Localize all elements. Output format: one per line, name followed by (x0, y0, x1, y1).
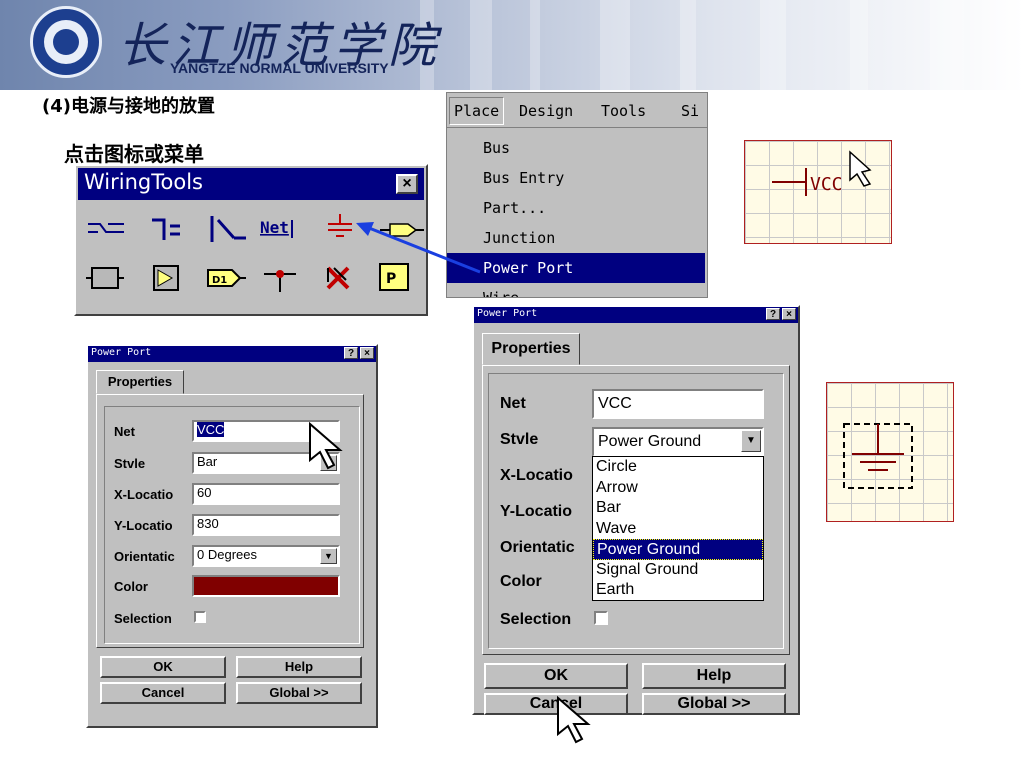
small-yloc-input[interactable]: 830 (192, 514, 340, 536)
pointer-arrow (356, 222, 481, 274)
large-style-label: Stvle (500, 431, 539, 448)
vcc-symbol: VCC (772, 150, 872, 196)
style-option-circle[interactable]: Circle (593, 457, 763, 478)
no-erc-tool-icon[interactable] (326, 266, 350, 290)
d1-label: D1 (212, 275, 227, 286)
menu-item-bus-entry[interactable]: Bus Entry (447, 163, 705, 193)
small-dialog-titlebar[interactable]: Power Port ? × (88, 346, 376, 362)
small-net-label: Net (114, 424, 135, 439)
large-dialog-help-button[interactable]: ? (766, 308, 780, 320)
small-dialog-help-button[interactable]: ? (344, 347, 358, 359)
large-selection-label: Selection (500, 611, 572, 628)
small-orient-label: Orientatic (114, 549, 175, 564)
small-tab-properties[interactable]: Properties (96, 370, 184, 394)
small-orient-select[interactable]: 0 Degrees ▼ (192, 545, 340, 567)
bus-entry-tool-icon[interactable] (210, 216, 246, 242)
large-net-input[interactable]: VCC (592, 389, 764, 419)
large-orient-label: Orientatic (500, 539, 575, 556)
large-style-select[interactable]: Power Ground ▼ (592, 427, 764, 457)
large-ok-button[interactable]: OK (484, 663, 628, 689)
net-label-text: Net (260, 218, 289, 237)
net-label-tool-icon[interactable]: Net (260, 218, 293, 238)
junction-tool-icon[interactable] (264, 270, 296, 292)
power-port-dialog-small: Power Port ? × Properties Net VCC Stvle … (86, 344, 378, 728)
large-dialog-close-button[interactable]: × (782, 308, 796, 320)
large-dialog-title: Power Port (477, 308, 538, 319)
power-port-tool-icon[interactable] (328, 214, 352, 237)
palette-close-button[interactable]: × (396, 174, 418, 194)
wire-tool-icon[interactable] (88, 223, 124, 233)
large-selection-checkbox[interactable] (594, 611, 608, 625)
menu-si[interactable]: Si (681, 98, 699, 124)
large-global-button[interactable]: Global >> (642, 693, 786, 715)
sheet-entry-tool-icon[interactable] (153, 265, 179, 291)
small-xloc-label: X-Locatio (114, 487, 174, 502)
chevron-down-icon[interactable]: ▼ (741, 430, 761, 452)
cursor-icon (309, 421, 343, 470)
logo-emblem (53, 29, 79, 55)
instruction-text: 点击图标或菜单 (64, 142, 204, 166)
large-net-label: Net (500, 395, 526, 412)
small-style-value: Bar (197, 454, 218, 469)
small-dialog-title: Power Port (91, 347, 152, 358)
small-ok-button[interactable]: OK (100, 656, 226, 678)
style-option-bar[interactable]: Bar (593, 498, 763, 519)
small-color-swatch[interactable] (192, 575, 340, 597)
large-tab-properties[interactable]: Properties (482, 333, 580, 365)
small-net-value: VCC (197, 422, 225, 437)
university-name-en: YANGTZE NORMAL UNIVERSITY (170, 60, 389, 76)
cursor-icon (849, 150, 872, 187)
small-yloc-label: Y-Locatio (114, 518, 173, 533)
style-dropdown-list: Circle Arrow Bar Wave Power Ground Signa… (592, 456, 764, 601)
menu-bar: Place Design Tools Si (447, 93, 707, 128)
small-selection-checkbox[interactable] (194, 611, 206, 623)
large-yloc-label: Y-Locatio (500, 503, 573, 520)
small-help-button[interactable]: Help (236, 656, 362, 678)
small-cancel-button[interactable]: Cancel (100, 682, 226, 704)
large-style-value: Power Ground (598, 433, 702, 450)
ground-symbol (843, 423, 913, 489)
power-port-dialog-large: Power Port ? × Properties Net VCC Stvle … (472, 305, 800, 715)
menu-place[interactable]: Place (449, 97, 505, 125)
style-option-power-ground[interactable]: Power Ground (593, 539, 763, 560)
small-dialog-close-button[interactable]: × (360, 347, 374, 359)
style-option-signal-ground[interactable]: Signal Ground (593, 560, 763, 581)
palette-titlebar[interactable]: WiringTools × (78, 168, 424, 200)
chevron-down-icon[interactable]: ▼ (320, 548, 337, 564)
menu-item-wire[interactable]: Wire (447, 283, 705, 297)
small-orient-value: 0 Degrees (197, 547, 257, 562)
large-help-button[interactable]: Help (642, 663, 786, 689)
small-global-button[interactable]: Global >> (236, 682, 362, 704)
section-heading: (4)电源与接地的放置 (42, 96, 215, 117)
cursor-icon (557, 695, 591, 744)
small-xloc-input[interactable]: 60 (192, 483, 340, 505)
style-option-earth[interactable]: Earth (593, 580, 763, 601)
menu-item-bus[interactable]: Bus (447, 133, 705, 163)
palette-title: WiringTools (84, 170, 203, 194)
bus-tool-icon[interactable] (152, 218, 180, 240)
menu-design[interactable]: Design (519, 98, 573, 124)
part-tool-icon[interactable]: D1 (207, 269, 246, 287)
vcc-label: VCC (810, 174, 843, 195)
large-xloc-label: X-Locatio (500, 467, 573, 484)
large-dialog-titlebar[interactable]: Power Port ? × (474, 307, 798, 323)
sheet-symbol-tool-icon[interactable] (86, 267, 124, 289)
style-option-wave[interactable]: Wave (593, 519, 763, 540)
small-style-label: Stvle (114, 456, 146, 471)
small-selection-label: Selection (114, 611, 172, 626)
menu-tools[interactable]: Tools (601, 98, 646, 124)
large-color-label: Color (500, 573, 542, 590)
small-color-label: Color (114, 579, 148, 594)
style-option-arrow[interactable]: Arrow (593, 478, 763, 499)
